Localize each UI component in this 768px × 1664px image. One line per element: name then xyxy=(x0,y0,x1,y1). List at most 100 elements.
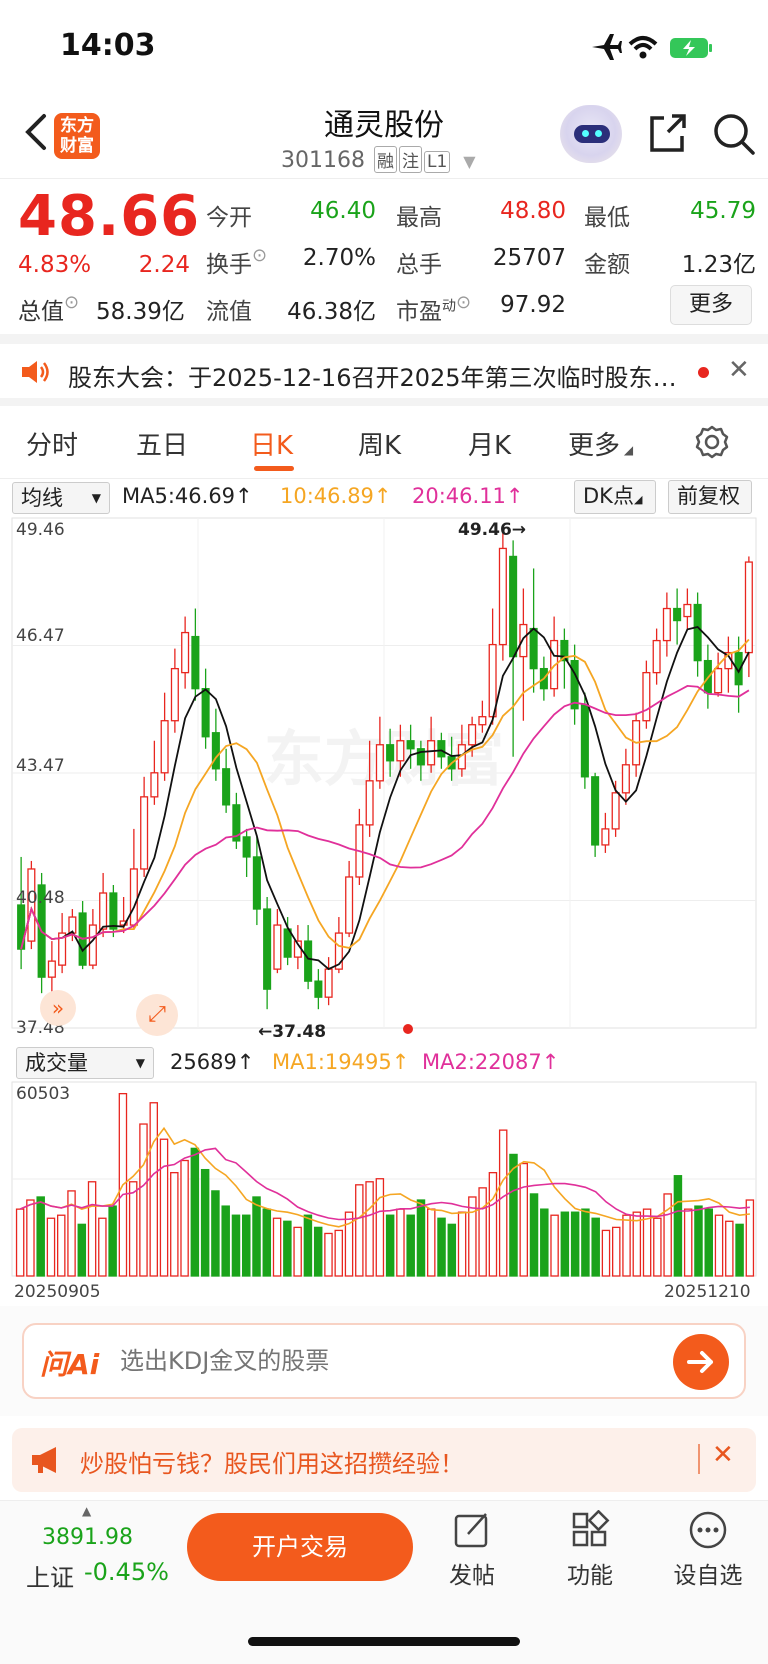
stock-code-row[interactable]: 301168 融注 L1 ▼ xyxy=(281,146,476,173)
candle-body xyxy=(642,671,651,722)
open-label: 今开 xyxy=(206,205,252,231)
candle-body xyxy=(129,868,138,926)
candle-body xyxy=(283,928,292,958)
volume-bar xyxy=(36,1196,45,1277)
candle-body xyxy=(673,607,682,622)
volume-select[interactable]: 成交量 ▼ xyxy=(16,1047,154,1079)
candlestick-chart[interactable]: 东方财富 xyxy=(0,510,768,1040)
tab-five-day[interactable]: 五日 xyxy=(136,425,188,462)
volume-bar xyxy=(375,1178,385,1277)
candle-body xyxy=(304,940,313,982)
section-divider xyxy=(0,398,768,406)
info-icon[interactable]: ⊙ xyxy=(252,245,267,266)
volume-bar xyxy=(622,1214,631,1277)
search-icon[interactable] xyxy=(712,112,756,156)
float-cap-value: 46.38亿 xyxy=(287,299,376,325)
candle-body xyxy=(652,639,661,674)
scroll-left-icon[interactable]: » xyxy=(40,990,76,1026)
dk-points-button[interactable]: DK点◢ xyxy=(574,480,656,514)
turnover-value: 2.70% xyxy=(302,245,376,271)
start-date-label: 20250905 xyxy=(14,1282,101,1302)
info-icon[interactable]: ⊙ xyxy=(456,292,471,313)
max-price-label: 49.46→ xyxy=(458,520,527,540)
volume-bar xyxy=(498,1129,508,1277)
candle-body xyxy=(693,603,702,662)
y-tick-label: 43.47 xyxy=(16,756,65,776)
battery-icon xyxy=(670,38,712,58)
volume-bar xyxy=(293,1226,302,1277)
expand-up-icon[interactable]: ▲ xyxy=(82,1504,91,1518)
candle-body xyxy=(714,667,723,694)
volume-bar xyxy=(242,1214,251,1277)
more-button[interactable]: 更多 xyxy=(670,285,752,325)
share-icon[interactable] xyxy=(646,112,688,154)
volume-bar xyxy=(200,1168,210,1277)
low-label: 最低 xyxy=(584,205,630,231)
notice-text[interactable]: 股东大会：于2025-12-16召开2025年第三次临时股东大会 xyxy=(68,358,680,393)
volume-bar xyxy=(170,1172,179,1277)
volume-bar xyxy=(735,1223,744,1277)
volume-bar xyxy=(313,1226,323,1277)
index-value[interactable]: 3891.98 xyxy=(42,1525,133,1550)
tab-more[interactable]: 更多 ◢ xyxy=(568,425,633,462)
volume-bar xyxy=(427,1208,436,1277)
candle-body xyxy=(324,968,333,998)
arrow-right-icon xyxy=(687,1351,713,1373)
price-adjust-button[interactable]: 前复权 xyxy=(668,480,752,514)
candle-body xyxy=(88,924,97,966)
end-date-label: 20251210 xyxy=(664,1282,751,1302)
pe-value: 97.92 xyxy=(500,292,566,318)
tab-daily-k[interactable]: 日K xyxy=(250,425,293,462)
volume-bar xyxy=(601,1229,611,1277)
open-account-trade-button[interactable]: 开户交易 xyxy=(187,1513,413,1581)
section-divider xyxy=(0,334,768,344)
volume-bar xyxy=(550,1214,559,1277)
index-name[interactable]: 上证 xyxy=(26,1558,74,1593)
volume-chart[interactable] xyxy=(0,1076,768,1284)
event-marker-dot[interactable] xyxy=(403,1024,413,1034)
settings-gear-icon[interactable] xyxy=(694,424,730,460)
ma10-value: 10:46.89↑ xyxy=(280,484,392,508)
info-icon[interactable]: ⊙ xyxy=(64,292,79,313)
active-tab-indicator xyxy=(254,466,294,471)
ai-search-input[interactable] xyxy=(118,1346,642,1376)
volume-bar xyxy=(663,1193,672,1277)
tab-weekly-k[interactable]: 周K xyxy=(358,425,401,462)
tag-level: L1 xyxy=(423,151,451,173)
volume-bar xyxy=(149,1102,158,1277)
add-watchlist-button[interactable]: 设自选 xyxy=(658,1510,758,1590)
stock-name[interactable]: 通灵股份 xyxy=(284,100,484,144)
change-amount: 2.24 xyxy=(138,252,190,278)
tab-monthly-k[interactable]: 月K xyxy=(468,425,511,462)
back-icon[interactable] xyxy=(18,112,58,152)
volume-label: 总手 xyxy=(396,252,442,278)
candle-body xyxy=(150,772,159,798)
ai-assistant-avatar[interactable] xyxy=(560,105,622,163)
candle-body xyxy=(468,724,477,746)
ai-submit-button[interactable] xyxy=(673,1334,729,1390)
turnover-label: 换手⊙ xyxy=(206,245,268,278)
volume-bar xyxy=(334,1229,343,1277)
volume-bar xyxy=(283,1220,292,1277)
candle-body xyxy=(744,561,753,654)
candle-body xyxy=(365,780,374,826)
volume-bar xyxy=(77,1223,87,1277)
close-icon[interactable]: ✕ xyxy=(712,1440,734,1470)
candle-body xyxy=(222,768,231,806)
volume-bar xyxy=(540,1208,549,1277)
promo-text: 炒股怕亏钱？股民们用这招攒经验！ xyxy=(80,1450,464,1478)
volume-bar xyxy=(488,1172,498,1277)
expand-icon[interactable]: ⤢ xyxy=(136,994,178,1036)
volume-value: 25707 xyxy=(492,245,566,271)
close-icon[interactable]: ✕ xyxy=(728,355,750,385)
functions-button[interactable]: 功能 xyxy=(540,1509,640,1590)
y-tick-label: 40.48 xyxy=(16,888,65,908)
volume-bar xyxy=(231,1214,241,1277)
candle-body xyxy=(601,828,610,846)
tab-intraday[interactable]: 分时 xyxy=(26,425,78,462)
volume-bar xyxy=(159,1138,169,1277)
volume-max-label: 60503 xyxy=(16,1084,71,1104)
volume-bar xyxy=(15,1208,25,1277)
ma5-value: MA5:46.69↑ xyxy=(122,484,253,508)
post-button[interactable]: 发帖 xyxy=(422,1510,522,1590)
